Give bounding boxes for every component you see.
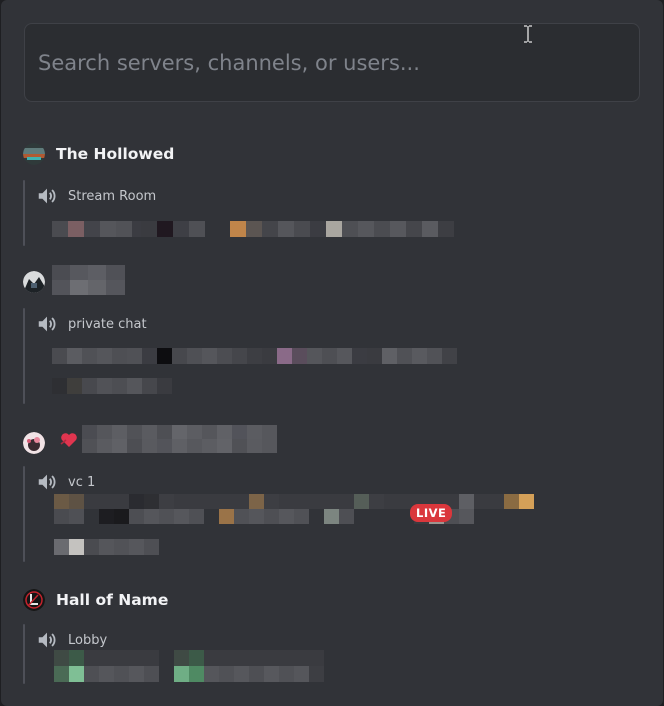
server-avatar-icon	[23, 432, 45, 454]
server-avatar-icon	[23, 589, 45, 611]
server-avatar-icon	[23, 271, 45, 293]
voice-user-blurred	[52, 221, 148, 237]
voice-user-blurred	[52, 378, 172, 394]
voice-channel[interactable]: vc 1	[36, 471, 95, 493]
voice-user-blurred	[230, 221, 454, 237]
search-box[interactable]	[24, 23, 640, 102]
voice-channel[interactable]: private chat	[36, 313, 147, 335]
server-result[interactable]	[23, 431, 56, 455]
channel-name: Lobby	[68, 632, 108, 648]
server-result[interactable]: Hall of Name	[23, 588, 168, 612]
server-name-blurred	[52, 265, 125, 295]
text-cursor-icon	[524, 25, 532, 43]
channel-tree-line	[23, 180, 25, 246]
server-name-blurred	[82, 425, 277, 453]
speaker-icon	[38, 632, 56, 648]
search-input[interactable]	[38, 24, 639, 101]
channel-tree-line	[23, 466, 25, 562]
voice-user-blurred	[54, 494, 534, 524]
voice-channel[interactable]: Lobby	[36, 629, 107, 651]
voice-user-blurred	[141, 221, 205, 237]
voice-user-blurred	[52, 348, 457, 364]
speaker-icon	[38, 188, 56, 204]
server-result[interactable]: The Hollowed	[23, 142, 174, 166]
channel-tree-line	[23, 308, 25, 404]
voice-user-blurred	[54, 650, 324, 682]
speaker-icon	[38, 474, 56, 490]
channel-name: private chat	[68, 316, 147, 332]
server-name: Hall of Name	[56, 591, 169, 609]
heart-icon	[60, 433, 77, 447]
speaker-icon	[38, 316, 56, 332]
channel-name: vc 1	[68, 474, 96, 490]
voice-user-blurred	[54, 539, 159, 555]
quick-switcher-panel: The Hollowed Stream Room	[1, 0, 663, 706]
server-name: The Hollowed	[56, 145, 175, 163]
voice-channel[interactable]: Stream Room	[36, 185, 156, 207]
channel-name: Stream Room	[68, 188, 157, 204]
server-avatar-icon	[23, 143, 45, 165]
live-badge: LIVE	[410, 504, 453, 522]
channel-tree-line	[23, 624, 25, 684]
